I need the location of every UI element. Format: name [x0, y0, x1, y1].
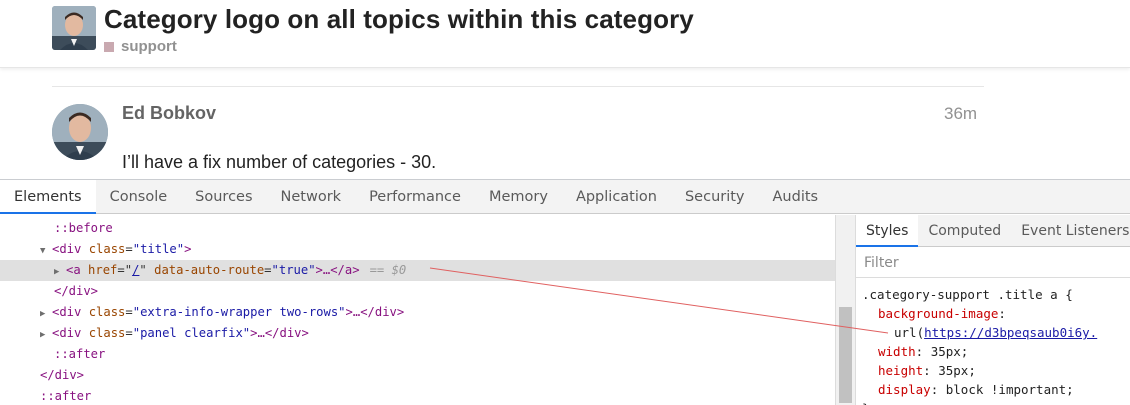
- dom-node-panel[interactable]: ▶ <div class="panel clearfix">…</div>: [0, 323, 835, 344]
- topic-title[interactable]: Category logo on all topics within this …: [104, 4, 694, 35]
- devtools-tab-bar: Elements Console Sources Network Perform…: [0, 180, 1130, 214]
- user-photo-icon: [52, 6, 96, 50]
- devtools-panel: Elements Console Sources Network Perform…: [0, 179, 1130, 405]
- styles-filter-input[interactable]: [856, 248, 1130, 278]
- collapsed-triangle-icon[interactable]: ▶: [40, 325, 52, 346]
- dom-node-a-selected[interactable]: ▶ <a href="/" data-auto-route="true">…</a…: [0, 260, 835, 281]
- css-decl-url[interactable]: url(https://d3bpeqsaub0i6y.: [856, 323, 1130, 342]
- category-badge[interactable]: support: [104, 38, 177, 55]
- dom-node-extra-info[interactable]: ▶ <div class="extra-info-wrapper two-rows…: [0, 302, 835, 323]
- css-decl-background-image[interactable]: background-image:: [856, 304, 1130, 323]
- tab-security[interactable]: Security: [671, 180, 759, 214]
- dom-node-div-close-outer[interactable]: </div>: [0, 365, 835, 386]
- tab-event-listeners[interactable]: Event Listeners: [1011, 215, 1130, 247]
- tab-styles[interactable]: Styles: [856, 215, 919, 247]
- post-body: I’ll have a fix number of categories - 3…: [122, 152, 437, 172]
- collapsed-triangle-icon[interactable]: ▶: [54, 262, 66, 283]
- dom-node-after[interactable]: ::after: [0, 344, 835, 365]
- topic-header: Category logo on all topics within this …: [0, 0, 1130, 68]
- expanded-triangle-icon[interactable]: ▼: [40, 241, 52, 262]
- tab-performance[interactable]: Performance: [355, 180, 475, 214]
- dom-node-div-title[interactable]: ▼ <div class="title">: [0, 239, 835, 260]
- styles-sidebar: Styles Computed Event Listeners .categor…: [856, 215, 1130, 405]
- dom-node-after-outer[interactable]: ::after: [0, 386, 835, 405]
- tab-elements[interactable]: Elements: [0, 180, 96, 214]
- styles-tab-bar: Styles Computed Event Listeners: [856, 215, 1130, 247]
- dom-node-div-close[interactable]: </div>: [0, 281, 835, 302]
- css-rule: .category-support .title a { background-…: [856, 285, 1130, 405]
- tab-application[interactable]: Application: [562, 180, 671, 214]
- css-decl-height[interactable]: height: 35px;: [856, 361, 1130, 380]
- category-name: support: [121, 38, 177, 55]
- css-decl-display[interactable]: display: block !important;: [856, 380, 1130, 399]
- tab-network[interactable]: Network: [267, 180, 356, 214]
- css-selector[interactable]: .category-support .title a {: [856, 285, 1130, 304]
- tab-sources[interactable]: Sources: [181, 180, 266, 214]
- collapsed-triangle-icon[interactable]: ▶: [40, 304, 52, 325]
- category-color-icon: [104, 41, 114, 52]
- post-avatar[interactable]: [52, 104, 108, 160]
- post-time[interactable]: 36m: [944, 104, 977, 124]
- tab-audits[interactable]: Audits: [759, 180, 833, 214]
- elements-dom-tree: ::before ▼ <div class="title"> ▶ <a href="…: [0, 215, 835, 405]
- user-photo-icon: [52, 104, 108, 160]
- tab-computed[interactable]: Computed: [918, 215, 1011, 247]
- post-author[interactable]: Ed Bobkov: [122, 103, 216, 124]
- css-decl-width[interactable]: width: 35px;: [856, 342, 1130, 361]
- scrollbar-thumb[interactable]: [839, 307, 852, 403]
- dom-node-before[interactable]: ::before: [0, 218, 835, 239]
- selected-node-ref: == $0: [369, 263, 407, 277]
- panel-scrollbar[interactable]: [835, 215, 856, 405]
- post-divider: [52, 86, 984, 87]
- header-avatar[interactable]: [52, 6, 96, 50]
- css-close-brace: }: [856, 399, 1130, 405]
- tab-console[interactable]: Console: [96, 180, 182, 214]
- tab-memory[interactable]: Memory: [475, 180, 562, 214]
